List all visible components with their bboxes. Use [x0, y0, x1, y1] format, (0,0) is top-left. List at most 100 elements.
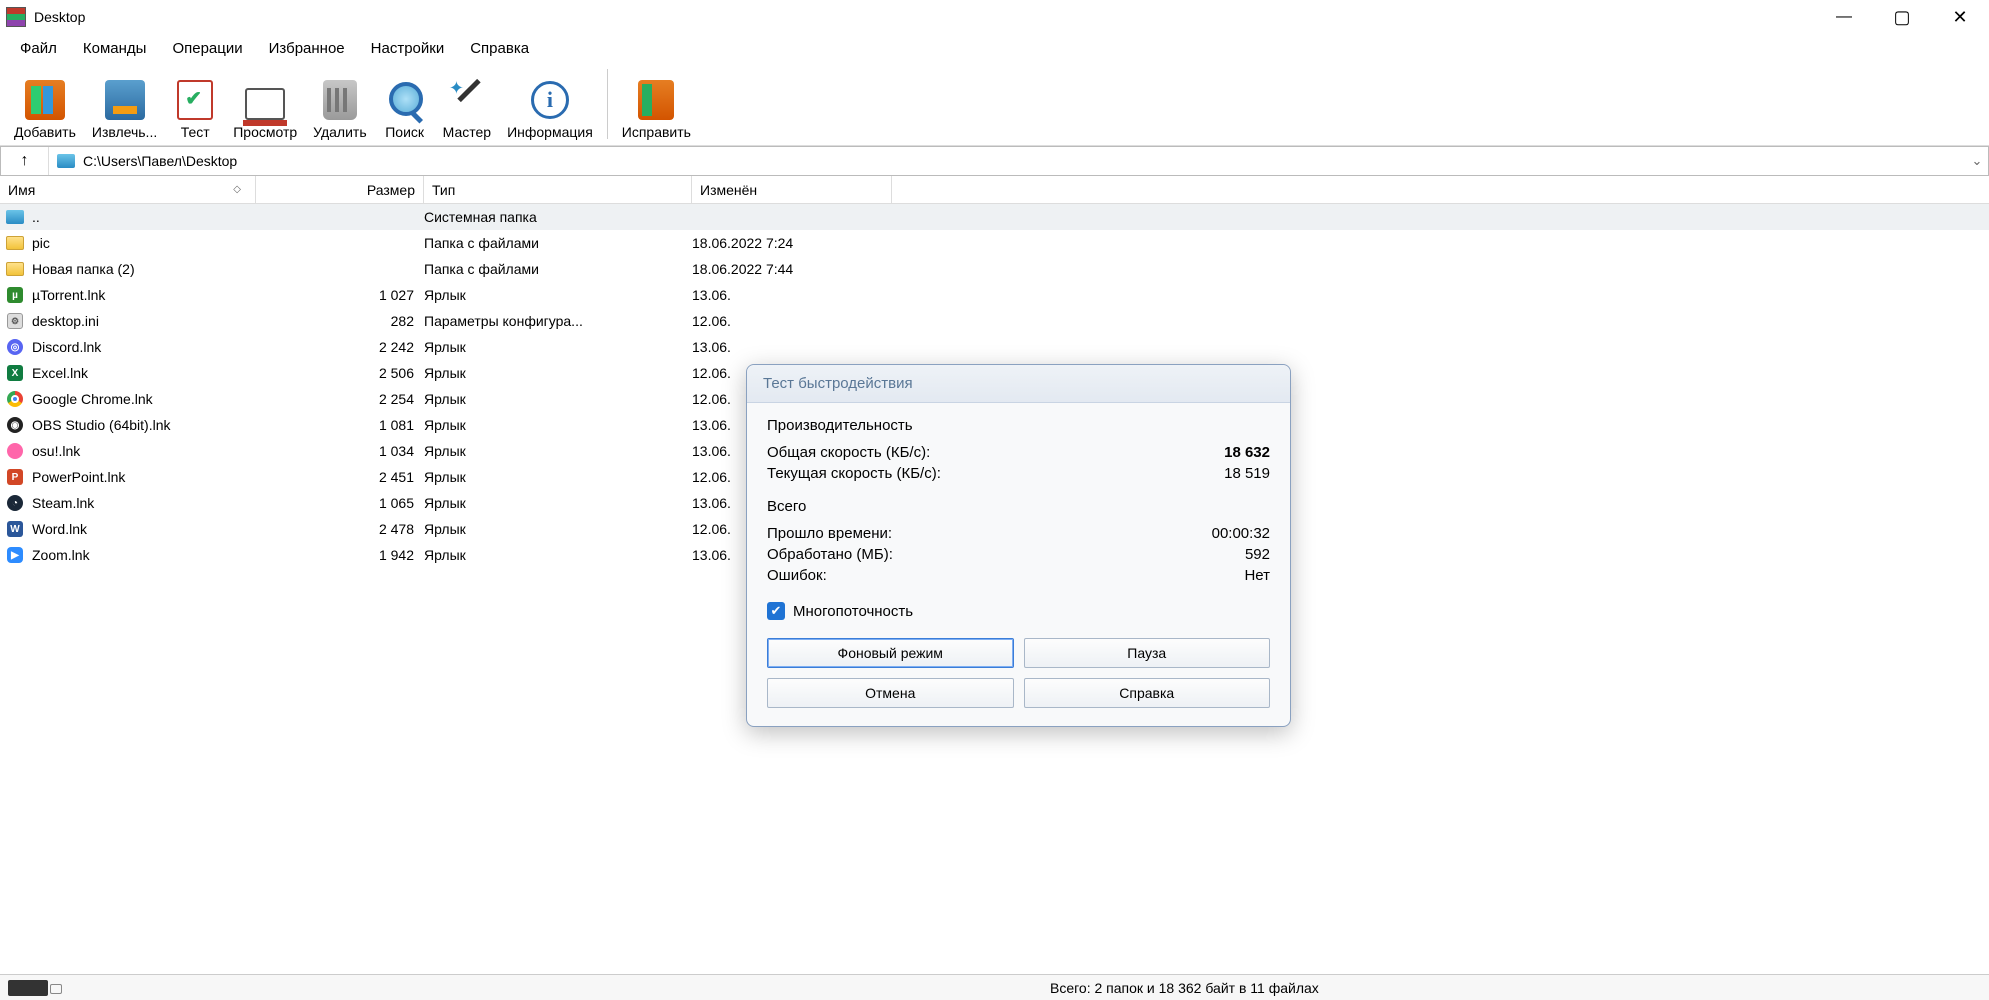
processed-label: Обработано (МБ):: [767, 546, 893, 563]
toolbar-view-button[interactable]: Просмотр: [225, 64, 305, 144]
toolbar-repair-label: Исправить: [622, 124, 691, 140]
file-type: Параметры конфигура...: [424, 313, 692, 329]
file-icon: W: [4, 520, 26, 538]
extract-icon: [103, 78, 147, 122]
menu-файл[interactable]: Файл: [8, 37, 69, 60]
file-type: Ярлык: [424, 495, 692, 511]
total-speed-label: Общая скорость (КБ/с):: [767, 444, 930, 461]
column-modified-header[interactable]: Изменён: [692, 176, 892, 203]
menu-операции[interactable]: Операции: [160, 37, 254, 60]
menu-избранное[interactable]: Избранное: [257, 37, 357, 60]
file-size: 1 065: [256, 495, 424, 511]
toolbar-add-label: Добавить: [14, 124, 76, 140]
current-speed-value: 18 519: [1224, 465, 1270, 482]
find-icon: [383, 78, 427, 122]
file-name: PowerPoint.lnk: [30, 469, 256, 485]
file-name: osu!.lnk: [30, 443, 256, 459]
file-type: Системная папка: [424, 209, 692, 225]
file-modified: 18.06.2022 7:24: [692, 235, 892, 251]
toolbar-test-button[interactable]: Тест: [165, 64, 225, 144]
file-row[interactable]: Новая папка (2) Папка с файлами18.06.2022…: [0, 256, 1989, 282]
toolbar-wizard-button[interactable]: Мастер: [435, 64, 499, 144]
repair-icon: [634, 78, 678, 122]
address-bar: ↑ C:\Users\Павел\Desktop ⌄: [0, 146, 1989, 176]
file-type: Папка с файлами: [424, 235, 692, 251]
file-row[interactable]: ◎Discord.lnk2 242Ярлык13.06.: [0, 334, 1989, 360]
file-type: Ярлык: [424, 443, 692, 459]
window-title: Desktop: [34, 9, 85, 25]
file-type: Ярлык: [424, 287, 692, 303]
file-name: µTorrent.lnk: [30, 287, 256, 303]
info-icon: i: [528, 78, 572, 122]
multithread-checkbox[interactable]: ✔: [767, 602, 785, 620]
file-size: 1 034: [256, 443, 424, 459]
toolbar-test-label: Тест: [181, 124, 210, 140]
column-name-header[interactable]: Имя ◇: [0, 176, 256, 203]
file-type: Ярлык: [424, 521, 692, 537]
errors-label: Ошибок:: [767, 567, 827, 584]
menu-справка[interactable]: Справка: [458, 37, 541, 60]
toolbar-delete-button[interactable]: Удалить: [305, 64, 374, 144]
title-bar: Desktop — ▢ ✕: [0, 0, 1989, 34]
toolbar-add-button[interactable]: Добавить: [6, 64, 84, 144]
file-size: 1 942: [256, 547, 424, 563]
file-size: 1 027: [256, 287, 424, 303]
elapsed-value: 00:00:32: [1212, 525, 1270, 542]
test-icon: [173, 78, 217, 122]
column-size-header[interactable]: Размер: [256, 176, 424, 203]
toolbar-extract-button[interactable]: Извлечь...: [84, 64, 165, 144]
file-type: Папка с файлами: [424, 261, 692, 277]
toolbar-view-label: Просмотр: [233, 124, 297, 140]
file-modified: 13.06.: [692, 339, 892, 355]
current-speed-label: Текущая скорость (КБ/с):: [767, 465, 941, 482]
help-button[interactable]: Справка: [1024, 678, 1271, 708]
file-name: OBS Studio (64bit).lnk: [30, 417, 256, 433]
file-list-header: Имя ◇ Размер Тип Изменён: [0, 176, 1989, 204]
menu-команды[interactable]: Команды: [71, 37, 159, 60]
file-icon: [4, 260, 26, 278]
menu-настройки[interactable]: Настройки: [359, 37, 457, 60]
close-button[interactable]: ✕: [1931, 0, 1989, 34]
benchmark-dialog: Тест быстродействия Производительность О…: [746, 364, 1291, 727]
file-name: pic: [30, 235, 256, 251]
processed-value: 592: [1245, 546, 1270, 563]
file-modified: 13.06.: [692, 287, 892, 303]
column-name-label: Имя: [8, 182, 35, 198]
up-button[interactable]: ↑: [1, 147, 49, 175]
status-text: Всего: 2 папок и 18 362 байт в 11 файлах: [1050, 980, 1319, 996]
file-icon: X: [4, 364, 26, 382]
dialog-title: Тест быстродействия: [747, 365, 1290, 403]
file-icon: ◔: [4, 494, 26, 512]
path-box[interactable]: C:\Users\Павел\Desktop: [49, 153, 1966, 169]
file-name: Steam.lnk: [30, 495, 256, 511]
file-name: Google Chrome.lnk: [30, 391, 256, 407]
file-name: Новая папка (2): [30, 261, 256, 277]
toolbar-info-button[interactable]: iИнформация: [499, 64, 601, 144]
file-row[interactable]: ⚙desktop.ini282Параметры конфигура...12.…: [0, 308, 1989, 334]
file-modified: 18.06.2022 7:44: [692, 261, 892, 277]
file-icon: ⚙: [4, 312, 26, 330]
multithread-label: Многопоточность: [793, 603, 913, 620]
minimize-button[interactable]: —: [1815, 0, 1873, 34]
file-icon: ◉: [4, 416, 26, 434]
toolbar-repair-button[interactable]: Исправить: [614, 64, 699, 144]
file-size: 2 254: [256, 391, 424, 407]
pause-button[interactable]: Пауза: [1024, 638, 1271, 668]
file-type: Ярлык: [424, 547, 692, 563]
maximize-button[interactable]: ▢: [1873, 0, 1931, 34]
path-dropdown-icon[interactable]: ⌄: [1966, 153, 1988, 169]
file-row[interactable]: pic Папка с файлами18.06.2022 7:24: [0, 230, 1989, 256]
toolbar-find-button[interactable]: Поиск: [375, 64, 435, 144]
delete-icon: [318, 78, 362, 122]
column-type-header[interactable]: Тип: [424, 176, 692, 203]
file-icon: µ: [4, 286, 26, 304]
file-type: Ярлык: [424, 469, 692, 485]
file-type: Ярлык: [424, 365, 692, 381]
file-row[interactable]: ..Системная папка: [0, 204, 1989, 230]
cancel-button[interactable]: Отмена: [767, 678, 1014, 708]
file-icon: P: [4, 468, 26, 486]
file-size: 2 242: [256, 339, 424, 355]
file-name: Zoom.lnk: [30, 547, 256, 563]
file-row[interactable]: µµTorrent.lnk1 027Ярлык13.06.: [0, 282, 1989, 308]
background-button[interactable]: Фоновый режим: [767, 638, 1014, 668]
